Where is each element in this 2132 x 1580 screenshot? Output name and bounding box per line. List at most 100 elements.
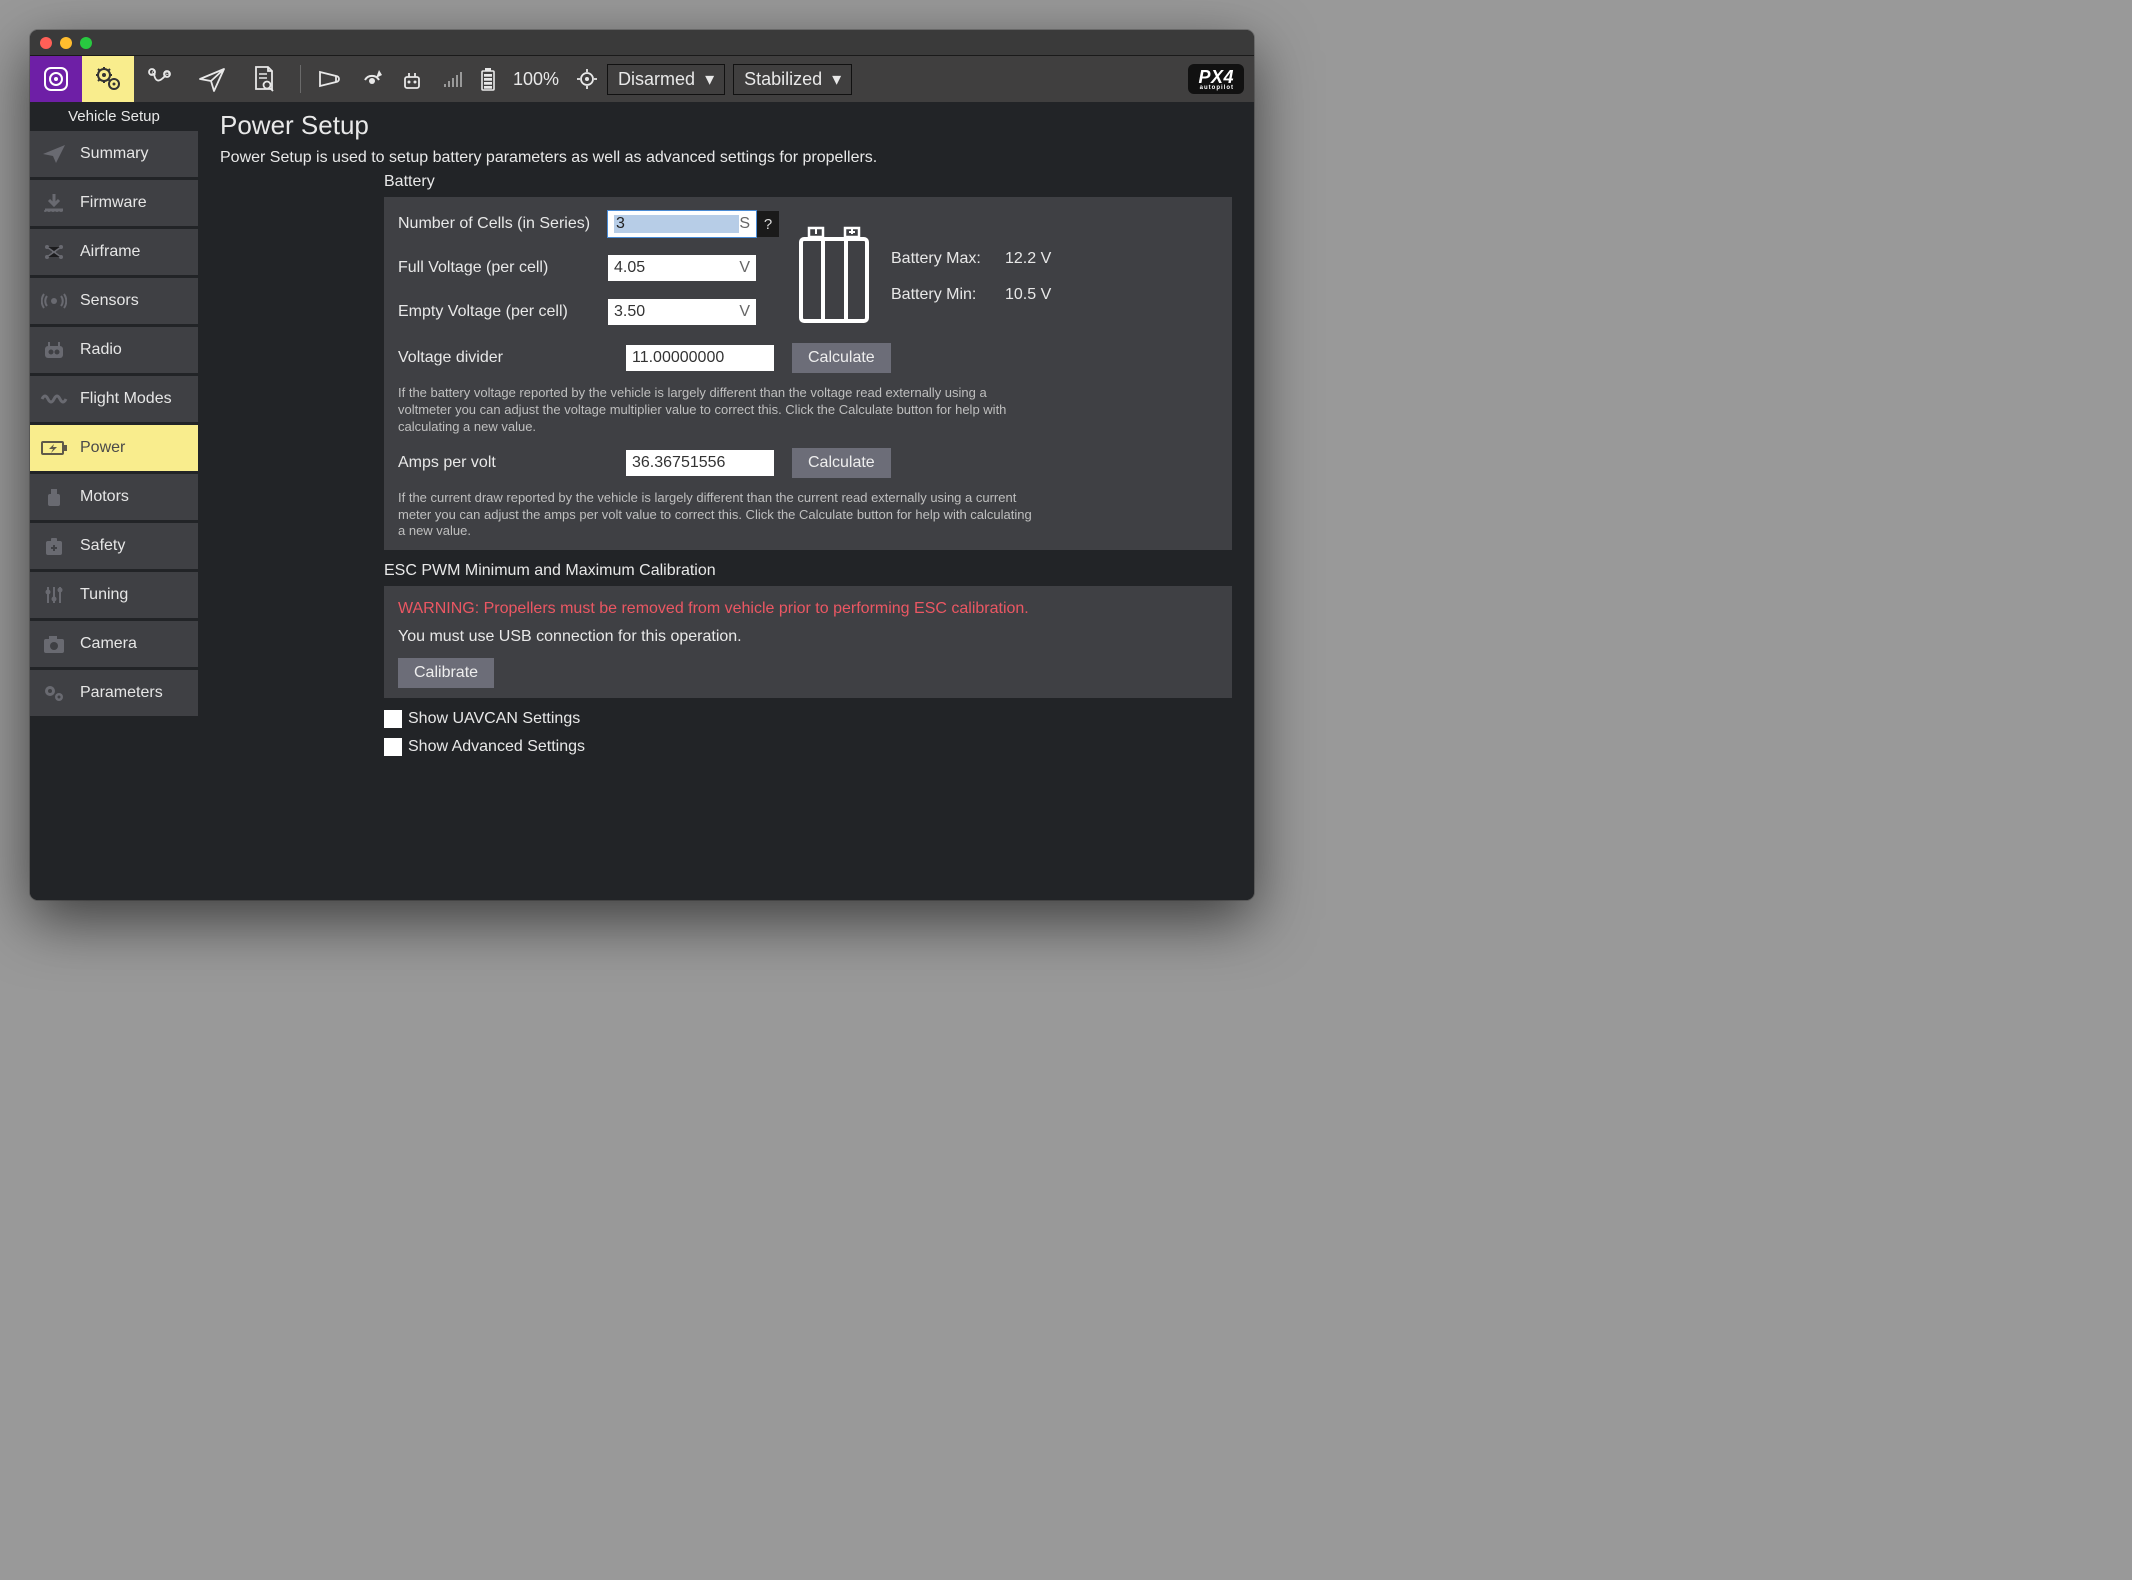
motors-icon xyxy=(40,486,68,508)
esc-section-title: ESC PWM Minimum and Maximum Calibration xyxy=(384,562,1232,580)
sidebar-item-flight-modes[interactable]: Flight Modes xyxy=(30,376,198,422)
battery-graphic-icon xyxy=(797,225,873,330)
empty-voltage-label: Empty Voltage (per cell) xyxy=(398,303,608,321)
show-advanced-label: Show Advanced Settings xyxy=(408,738,585,756)
sidebar-item-parameters[interactable]: Parameters xyxy=(30,670,198,716)
sidebar-item-power[interactable]: Power xyxy=(30,425,198,471)
esc-calibrate-button[interactable]: Calibrate xyxy=(398,658,494,688)
cells-label: Number of Cells (in Series) xyxy=(398,215,608,233)
sidebar-item-label: Motors xyxy=(80,488,129,506)
close-window-icon[interactable] xyxy=(40,37,52,49)
app-window: AB 100% Disarmed ▾ Stabilized ▾ PX4 xyxy=(30,30,1254,900)
sidebar-item-label: Firmware xyxy=(80,194,147,212)
sidebar-item-label: Safety xyxy=(80,537,125,555)
sidebar-item-label: Flight Modes xyxy=(80,390,172,408)
battery-max-label: Battery Max: xyxy=(891,250,991,268)
status-row: 100% xyxy=(317,66,599,92)
esc-panel: WARNING: Propellers must be removed from… xyxy=(384,586,1232,698)
full-voltage-unit: V xyxy=(739,259,750,277)
main-content: Power Setup Power Setup is used to setup… xyxy=(198,102,1254,900)
vdiv-calculate-button[interactable]: Calculate xyxy=(792,343,891,373)
sidebar-item-label: Camera xyxy=(80,635,137,653)
arm-state-label: Disarmed xyxy=(618,69,695,90)
amps-per-volt-value: 36.36751556 xyxy=(632,454,768,472)
logo-text: PX4 xyxy=(1198,67,1234,87)
sidebar-item-sensors[interactable]: Sensors xyxy=(30,278,198,324)
empty-voltage-unit: V xyxy=(739,303,750,321)
gps-icon[interactable] xyxy=(359,66,385,92)
apv-calculate-button[interactable]: Calculate xyxy=(792,448,891,478)
maximize-window-icon[interactable] xyxy=(80,37,92,49)
apv-help-text: If the current draw reported by the vehi… xyxy=(398,490,1038,541)
esc-usb-note: You must use USB connection for this ope… xyxy=(398,628,1218,646)
caret-down-icon: ▾ xyxy=(832,69,841,90)
gears-icon xyxy=(40,682,68,704)
cells-input[interactable]: 3 S xyxy=(608,211,756,237)
empty-voltage-input[interactable]: 3.50 V xyxy=(608,299,756,325)
flight-modes-icon xyxy=(40,388,68,410)
full-voltage-value: 4.05 xyxy=(614,259,739,277)
quadcopter-icon xyxy=(40,241,68,263)
empty-voltage-value: 3.50 xyxy=(614,303,739,321)
battery-min-label: Battery Min: xyxy=(891,286,991,304)
show-advanced-checkbox-row[interactable]: Show Advanced Settings xyxy=(384,738,1232,756)
messages-icon[interactable] xyxy=(317,66,343,92)
camera-icon xyxy=(40,633,68,655)
locate-icon[interactable] xyxy=(575,67,599,91)
plan-button[interactable]: AB xyxy=(134,56,186,102)
sidebar-title: Vehicle Setup xyxy=(30,102,198,131)
safety-icon xyxy=(40,535,68,557)
checkbox-icon xyxy=(384,710,402,728)
show-uavcan-checkbox-row[interactable]: Show UAVCAN Settings xyxy=(384,710,1232,728)
page-description: Power Setup is used to setup battery par… xyxy=(220,149,1232,167)
sidebar-item-firmware[interactable]: Firmware xyxy=(30,180,198,226)
show-uavcan-label: Show UAVCAN Settings xyxy=(408,710,580,728)
main-toolbar: AB 100% Disarmed ▾ Stabilized ▾ PX4 xyxy=(30,56,1254,102)
qgc-logo-icon xyxy=(41,64,71,94)
voltage-divider-input[interactable]: 11.00000000 xyxy=(626,345,774,371)
sidebar-item-label: Radio xyxy=(80,341,122,359)
sidebar-item-summary[interactable]: Summary xyxy=(30,131,198,177)
minimize-window-icon[interactable] xyxy=(60,37,72,49)
sidebar-item-tuning[interactable]: Tuning xyxy=(30,572,198,618)
full-voltage-input[interactable]: 4.05 V xyxy=(608,255,756,281)
document-search-icon xyxy=(249,64,279,94)
sidebar-item-airframe[interactable]: Airframe xyxy=(30,229,198,275)
button-label: Calibrate xyxy=(414,664,478,681)
caret-down-icon: ▾ xyxy=(705,69,714,90)
amps-per-volt-input[interactable]: 36.36751556 xyxy=(626,450,774,476)
checkbox-icon xyxy=(384,738,402,756)
sidebar-item-label: Power xyxy=(80,439,125,457)
sidebar-item-safety[interactable]: Safety xyxy=(30,523,198,569)
toolbar-separator xyxy=(300,65,301,93)
signal-icon[interactable] xyxy=(443,69,463,89)
tuning-icon xyxy=(40,584,68,606)
arm-state-dropdown[interactable]: Disarmed ▾ xyxy=(607,64,725,95)
help-icon: ? xyxy=(764,216,772,233)
rc-icon[interactable] xyxy=(401,66,427,92)
qgc-logo-button[interactable] xyxy=(30,56,82,102)
button-label: Calculate xyxy=(808,454,875,471)
svg-text:B: B xyxy=(165,72,170,79)
sensors-icon xyxy=(40,290,68,312)
sidebar-item-label: Summary xyxy=(80,145,148,163)
sidebar-item-label: Airframe xyxy=(80,243,140,261)
px4-logo: PX4 autopilot xyxy=(1188,64,1244,94)
paper-plane-icon xyxy=(40,143,68,165)
sidebar-item-motors[interactable]: Motors xyxy=(30,474,198,520)
full-voltage-label: Full Voltage (per cell) xyxy=(398,259,608,277)
fly-button[interactable] xyxy=(186,56,238,102)
cells-help-button[interactable]: ? xyxy=(757,211,779,237)
sidebar: Vehicle Setup Summary Firmware Airframe … xyxy=(30,102,198,900)
analyze-button[interactable] xyxy=(238,56,290,102)
power-icon xyxy=(40,437,68,459)
voltage-divider-label: Voltage divider xyxy=(398,349,608,367)
titlebar xyxy=(30,30,1254,56)
sidebar-item-camera[interactable]: Camera xyxy=(30,621,198,667)
sidebar-item-radio[interactable]: Radio xyxy=(30,327,198,373)
battery-section-title: Battery xyxy=(384,173,1232,191)
paper-plane-icon xyxy=(197,64,227,94)
vehicle-setup-button[interactable] xyxy=(82,56,134,102)
flight-mode-dropdown[interactable]: Stabilized ▾ xyxy=(733,64,852,95)
sidebar-item-label: Parameters xyxy=(80,684,163,702)
